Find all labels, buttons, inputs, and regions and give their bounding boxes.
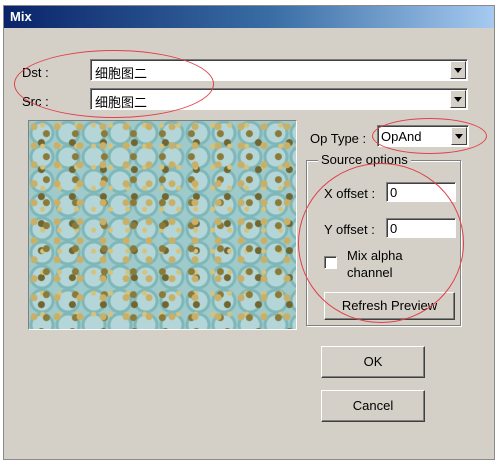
dst-dropdown-button[interactable] (450, 61, 466, 79)
preview-image (28, 120, 297, 330)
op-type-dropdown-button[interactable] (451, 127, 467, 145)
y-offset-input[interactable]: 0 (386, 218, 456, 238)
chevron-down-icon (454, 68, 462, 73)
refresh-preview-button[interactable]: Refresh Preview (324, 292, 455, 320)
title-bar[interactable]: Mix (4, 6, 494, 28)
y-offset-label: Y offset : (324, 222, 375, 237)
x-offset-input[interactable]: 0 (386, 182, 456, 202)
dst-label: Dst : (22, 65, 49, 80)
dst-value: 细胞图二 (95, 66, 148, 81)
cancel-button[interactable]: Cancel (321, 390, 425, 422)
src-label: Src : (22, 94, 49, 109)
mix-alpha-label-line1: Mix alpha (347, 248, 403, 263)
mix-alpha-checkbox[interactable] (324, 256, 337, 269)
source-options-title: Source options (318, 152, 411, 167)
src-select[interactable]: 细胞图二 (90, 88, 468, 110)
chevron-down-icon (455, 134, 463, 139)
op-type-select[interactable]: OpAnd (377, 125, 469, 147)
x-offset-label: X offset : (324, 186, 376, 201)
mix-alpha-label-line2: channel (347, 265, 393, 280)
src-value: 细胞图二 (95, 95, 148, 110)
op-type-label: Op Type : (310, 131, 367, 146)
x-offset-value: 0 (390, 185, 398, 200)
src-dropdown-button[interactable] (450, 90, 466, 108)
op-type-value: OpAnd (381, 129, 422, 144)
ok-button[interactable]: OK (321, 346, 425, 378)
dst-select[interactable]: 细胞图二 (90, 59, 468, 81)
chevron-down-icon (454, 97, 462, 102)
y-offset-value: 0 (390, 221, 398, 236)
window-title: Mix (10, 9, 32, 24)
